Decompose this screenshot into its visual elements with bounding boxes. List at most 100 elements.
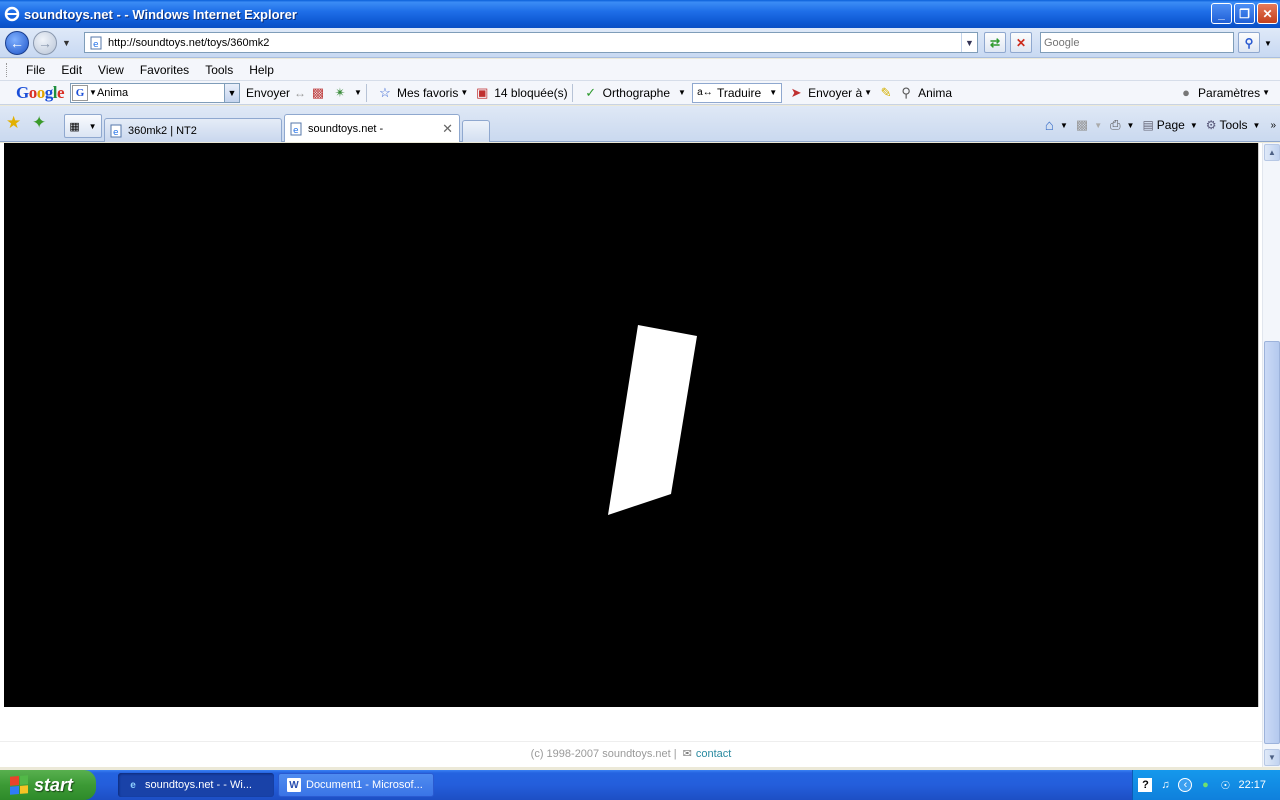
traduire-button[interactable]: a↔ Traduire ▼ <box>691 82 783 103</box>
messenger-icon[interactable]: ☉ <box>1218 778 1232 792</box>
google-search-dropdown[interactable]: ▼ <box>224 83 240 102</box>
mail-icon: ✉ <box>682 748 692 760</box>
word-icon: W <box>287 778 301 792</box>
rss-icon: ▩ <box>1075 117 1089 132</box>
windows-flag-icon <box>10 775 28 795</box>
search-options-dropdown[interactable]: ▼ <box>1264 39 1272 48</box>
settings-circle-icon: ● <box>1182 85 1190 100</box>
menu-tools[interactable]: Tools <box>197 63 241 77</box>
white-quad-shape <box>608 325 697 515</box>
home-icon: ⌂ <box>1044 116 1054 134</box>
search-button[interactable]: ⚲ <box>1238 32 1260 53</box>
favorites-center-button[interactable]: ★ <box>6 113 21 133</box>
envoyer-button[interactable]: Envoyer <box>246 86 290 100</box>
url-input[interactable] <box>108 36 961 49</box>
flash-stage[interactable] <box>4 143 1259 707</box>
ie-logo-icon: e <box>130 779 136 791</box>
forward-button[interactable]: → <box>33 31 57 55</box>
maximize-button[interactable]: ❐ <box>1234 3 1255 24</box>
envoyer-a-button[interactable]: ➤ Envoyer à ▼ <box>788 85 872 101</box>
orthographe-button[interactable]: ✓ Orthographe ▼ <box>583 85 686 101</box>
menu-help[interactable]: Help <box>241 63 282 77</box>
menu-view[interactable]: View <box>90 63 132 77</box>
tools-menu-label: Tools <box>1219 118 1248 132</box>
print-icon: ⎙ <box>1110 117 1121 132</box>
news-icon[interactable]: ▩ <box>310 85 330 101</box>
taskbar: start e soundtoys.net - - Wi... W Docume… <box>0 770 1280 800</box>
network-icon[interactable]: ● <box>1198 778 1212 792</box>
tab-label: soundtoys.net - <box>308 122 384 135</box>
refresh-button[interactable]: ⇄ <box>984 32 1006 53</box>
puzzle-icon[interactable]: ✴ ▼ <box>332 85 362 101</box>
send-icon: ➤ <box>790 84 802 100</box>
svg-text:e: e <box>113 128 119 138</box>
chevron-down-icon: ▼ <box>88 121 97 131</box>
popup-blocker-button[interactable]: ▣ 14 bloquée(s) <box>474 84 568 101</box>
close-tab-icon[interactable]: ✕ <box>442 121 453 137</box>
history-dropdown[interactable]: ▼ <box>62 38 71 48</box>
tools-menu[interactable]: ⚙ Tools ▼ <box>1206 118 1261 132</box>
scroll-up-button[interactable]: ▲ <box>1264 144 1280 161</box>
menu-file[interactable]: File <box>18 63 53 77</box>
popup-blocked-icon: ▣ <box>476 84 489 100</box>
page-menu[interactable]: ▤ Page ▼ <box>1142 118 1197 132</box>
close-button[interactable]: ✕ <box>1257 3 1278 24</box>
search-icon: ⚲ <box>1244 35 1254 50</box>
tab-360mk2[interactable]: e 360mk2 | NT2 <box>104 118 282 142</box>
star-outline-icon: ☆ <box>379 84 391 100</box>
scroll-thumb[interactable] <box>1264 341 1280 744</box>
system-tray: ? ♫ ‹ ● ☉ 22:17 <box>1132 770 1280 800</box>
taskbar-item-ie[interactable]: e soundtoys.net - - Wi... <box>118 773 274 797</box>
address-row: ← → ▼ e ▼ ⇄ ✕ ⚲ ▼ <box>0 28 1280 58</box>
clock[interactable]: 22:17 <box>1238 779 1266 791</box>
vertical-scrollbar[interactable]: ▲ ▼ <box>1262 143 1280 767</box>
tray-expand-icon[interactable]: ‹ <box>1178 778 1193 792</box>
home-button[interactable]: ⌂ ▼ <box>1045 117 1068 134</box>
add-favorite-button[interactable]: ✦ <box>32 113 46 133</box>
start-button[interactable]: start <box>0 770 96 800</box>
star-icon: ★ <box>6 113 22 132</box>
minimize-button[interactable]: _ <box>1211 3 1232 24</box>
speaker-icon[interactable]: ♫ <box>1158 778 1172 792</box>
new-tab-button[interactable] <box>462 120 490 142</box>
command-bar: ⌂ ▼ ▩ ▼ ⎙ ▼ ▤ Page ▼ ⚙ Tools ▼ » <box>1037 114 1276 136</box>
print-button[interactable]: ⎙ ▼ <box>1110 117 1134 133</box>
add-favorite-icon: ✦ <box>32 113 47 132</box>
menu-favorites[interactable]: Favorites <box>132 63 197 77</box>
tab-row: ★ ✦ ▦ ▼ e 360mk2 | NT2 e soundtoys.net - … <box>0 106 1280 142</box>
page-icon: e <box>110 124 122 138</box>
tab-soundtoys[interactable]: e soundtoys.net - ✕ <box>284 114 460 142</box>
copyright-text: (c) 1998-2007 soundtoys.net | <box>530 747 677 760</box>
menu-edit[interactable]: Edit <box>53 63 90 77</box>
url-dropdown-icon[interactable]: ▼ <box>961 33 977 52</box>
feeds-button[interactable]: ▩ ▼ <box>1076 117 1102 133</box>
google-logo[interactable]: Google <box>16 83 65 103</box>
highlighter-button[interactable]: ✎ <box>878 85 898 101</box>
search-box[interactable] <box>1040 32 1234 53</box>
scroll-down-button[interactable]: ▼ <box>1264 749 1280 766</box>
anima-button[interactable]: ⚲ Anima <box>898 85 952 101</box>
parametres-button[interactable]: ● Paramètres ▼ <box>1178 85 1270 101</box>
mes-favoris-label: Mes favoris <box>396 85 459 100</box>
chevron-down-icon: ▼ <box>89 88 97 97</box>
refresh-icon: ⇄ <box>989 35 1001 50</box>
taskbar-item-label: soundtoys.net - - Wi... <box>145 779 252 791</box>
traduire-label: Traduire <box>716 85 762 100</box>
taskbar-item-word[interactable]: W Document1 - Microsof... <box>278 773 434 797</box>
contact-link[interactable]: contact <box>696 748 731 760</box>
help-icon[interactable]: ? <box>1138 778 1153 792</box>
quick-tabs-button[interactable]: ▦ ▼ <box>64 114 102 138</box>
toolbar-overflow-icon[interactable]: » <box>1270 120 1276 131</box>
search-input[interactable] <box>1044 36 1233 49</box>
arrows-icon[interactable]: ↔ <box>294 86 306 100</box>
stop-button[interactable]: ✕ <box>1010 32 1032 53</box>
address-bar[interactable]: e ▼ <box>84 32 978 53</box>
translate-icon: a↔ <box>697 87 713 98</box>
back-button[interactable]: ← <box>5 31 29 55</box>
title-bar[interactable]: soundtoys.net - - Windows Internet Explo… <box>0 0 1280 28</box>
mes-favoris-button[interactable]: ☆ Mes favoris ▼ <box>377 85 468 101</box>
google-search-box[interactable]: G ▼ ▼ <box>70 82 241 103</box>
animation-canvas[interactable] <box>4 143 1259 707</box>
google-search-input[interactable] <box>96 86 225 99</box>
page-icon: ▤ <box>1142 118 1154 132</box>
